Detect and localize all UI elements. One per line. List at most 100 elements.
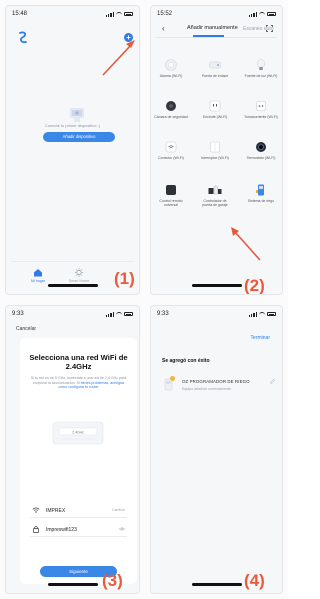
empty-devices-icon — [70, 108, 84, 122]
tab-home-label: Mi hogar — [31, 279, 45, 283]
switch-icon — [210, 141, 220, 153]
home-indicator — [191, 583, 242, 586]
wifi-icon — [259, 312, 265, 316]
status-time: 15:48 — [12, 11, 28, 17]
sun-icon — [74, 268, 84, 277]
phone-screen-add-device: 15:52 ‹ Añadir manualmente Escaneo auto … — [150, 5, 283, 295]
wifi-network-name: IMPREX — [46, 507, 66, 514]
status-icons — [248, 11, 276, 17]
panel-add-device: 15:52 ‹ Añadir manualmente Escaneo auto … — [145, 0, 288, 300]
success-heading: Se agregó con éxito — [162, 358, 210, 364]
edit-pencil-icon[interactable] — [270, 379, 275, 384]
router-band-label: 2.4GHz — [72, 430, 84, 434]
wifi-password-field[interactable]: Imprexwifi123 — [30, 523, 127, 537]
device-gateway[interactable]: Puerta de enlace — [198, 58, 232, 78]
remote-icon — [166, 185, 176, 195]
device-label: Sistema de riego — [247, 199, 275, 203]
device-label: Conector (Wi-Fi) — [158, 156, 184, 160]
status-bar: 15:48 — [12, 9, 133, 19]
status-time: 15:52 — [157, 11, 173, 17]
tab-manual-add[interactable]: Añadir manualmente — [187, 25, 238, 31]
step-number: (1) — [114, 269, 135, 288]
phone-screen-wifi: 9:33 Cancelar Selecciona una red WiFi de… — [5, 305, 140, 594]
status-icons — [105, 11, 133, 17]
scan-icon[interactable] — [266, 25, 273, 32]
wifi-password-value: Imprexwifi123 — [46, 526, 77, 533]
device-label: Fuente de luz (Wi-Fi) — [244, 74, 278, 78]
device-plug[interactable]: Enchufe (Wi-Fi) — [198, 99, 232, 119]
signal-icon — [105, 11, 114, 17]
added-device-row[interactable]: OZ PROGRAMADOR DE RIEGO Equipo añadido c… — [162, 376, 275, 396]
red-arrow-icon — [231, 227, 261, 261]
alarm-icon — [165, 59, 177, 71]
lock-icon — [33, 526, 39, 533]
added-device-name: OZ PROGRAMADOR DE RIEGO — [182, 379, 250, 384]
add-device-header: ‹ Añadir manualmente Escaneo auto — [156, 22, 277, 38]
red-arrow-icon — [102, 40, 135, 76]
wifi-icon — [259, 12, 265, 16]
panel-success: 9:33 Terminar Se agregó con éxito OZ PRO… — [145, 300, 288, 599]
status-bar: 9:33 — [12, 309, 133, 319]
device-camera[interactable]: Cámara de seguridad — [154, 99, 188, 119]
back-arrow-icon[interactable]: ‹ — [162, 24, 165, 33]
step-number: (4) — [244, 571, 265, 590]
thermostat-icon — [256, 142, 266, 152]
cancel-button[interactable]: Cancelar — [16, 326, 36, 332]
active-tab-indicator — [193, 35, 224, 37]
battery-icon — [267, 312, 276, 316]
device-garage[interactable]: Controlador de puerta de garaje — [198, 183, 232, 207]
status-icons — [105, 311, 133, 317]
plug-icon — [209, 100, 221, 112]
device-label: Control remoto universal — [159, 199, 183, 208]
gateway-icon — [209, 61, 221, 69]
added-device-status: Equipo añadido correctamente. — [182, 387, 232, 391]
step-number: (3) — [102, 571, 123, 590]
wifi-connector-icon — [165, 141, 177, 153]
home-icon — [34, 269, 42, 277]
add-device-button[interactable]: Añadir dispositivo — [43, 132, 115, 142]
tab-home[interactable]: Mi hogar — [23, 268, 53, 283]
eye-icon[interactable] — [119, 527, 125, 531]
device-label: Controlador de puerta de garaje — [202, 199, 228, 208]
signal-icon — [105, 311, 114, 317]
device-switch[interactable]: Interruptor (Wi-Fi) — [198, 140, 232, 160]
device-label: Alarma (Wi-Fi) — [159, 74, 183, 78]
device-alarm[interactable]: Alarma (Wi-Fi) — [154, 58, 188, 78]
bulb-icon — [256, 59, 266, 70]
device-remote[interactable]: Control remoto universal — [154, 183, 188, 207]
device-irrigation[interactable]: Sistema de riego — [244, 183, 278, 203]
wifi-title: Selecciona una red WiFi de 2.4GHz — [29, 353, 128, 371]
device-label: Enchufe (Wi-Fi) — [202, 115, 228, 119]
garage-icon — [208, 185, 222, 195]
signal-icon — [248, 11, 257, 17]
panel-wifi-select: 9:33 Cancelar Selecciona una red WiFi de… — [0, 300, 145, 599]
signal-icon — [248, 311, 257, 317]
device-label: Cámara de seguridad — [154, 115, 188, 119]
battery-icon — [124, 12, 133, 16]
home-indicator — [191, 284, 242, 287]
tab-smart-home-label: Smart Home — [68, 279, 90, 283]
device-connector[interactable]: Conector (Wi-Fi) — [154, 140, 188, 160]
phone-screen-home: 15:48 + Conecte tu primer dispositivo :)… — [5, 5, 140, 295]
irrigation-icon — [256, 184, 264, 196]
device-light[interactable]: Fuente de luz (Wi-Fi) — [244, 58, 278, 78]
battery-icon — [124, 312, 133, 316]
app-logo-icon — [19, 31, 27, 44]
panel-home: 15:48 + Conecte tu primer dispositivo :)… — [0, 0, 145, 300]
outlet-icon — [256, 101, 266, 111]
tab-smart-home[interactable]: Smart Home — [64, 268, 94, 283]
finish-button[interactable]: Terminar — [251, 335, 270, 341]
device-label: Puerta de enlace — [201, 74, 229, 78]
home-indicator — [47, 284, 98, 287]
status-icons — [248, 311, 276, 317]
wifi-network-field[interactable]: IMPREX Cambiar — [30, 504, 127, 518]
status-time: 9:33 — [12, 311, 24, 317]
step-number: (2) — [244, 276, 265, 295]
device-thermostat[interactable]: Termostato (Wi-Fi) — [244, 140, 278, 160]
device-outlet[interactable]: Tomacorriente (Wi-Fi) — [244, 99, 278, 119]
camera-icon — [166, 101, 176, 111]
status-bar: 15:52 — [157, 9, 276, 19]
change-network-link[interactable]: Cambiar — [112, 508, 125, 512]
wifi-card: Selecciona una red WiFi de 2.4GHz Si tu … — [20, 338, 137, 584]
phone-screen-success: 9:33 Terminar Se agregó con éxito OZ PRO… — [150, 305, 283, 594]
